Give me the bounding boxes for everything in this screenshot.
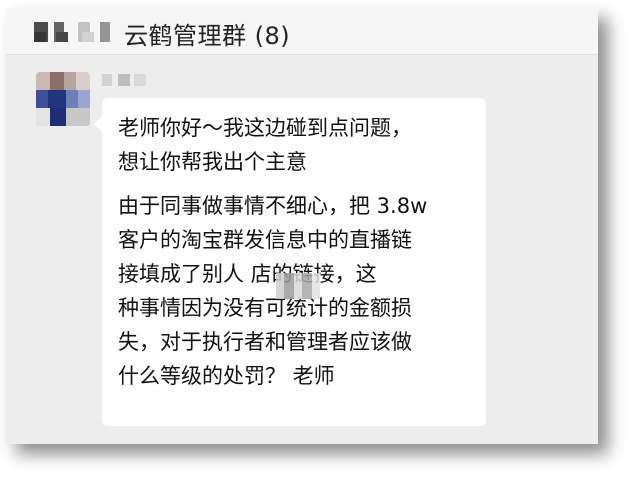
message-line: 接填成了别人 店的链接，这 bbox=[118, 262, 377, 286]
sender-avatar[interactable] bbox=[36, 72, 90, 126]
message-line: 什么等级的处罚？ 老师 bbox=[118, 364, 335, 388]
message-line: 由于同事做事情不细心，把 3.8w bbox=[118, 194, 428, 218]
redacted-shop-name bbox=[276, 273, 320, 299]
message-line: 老师你好～我这边碰到点问题， bbox=[118, 116, 412, 140]
group-chat-title[interactable]: 云鹤管理群 (8) bbox=[124, 16, 290, 51]
redacted-title-prefix bbox=[34, 22, 124, 42]
chat-window: 云鹤管理群 (8) 老师你好～我这边碰到点问题， 想让你帮我出个主意 由于同事做… bbox=[6, 8, 598, 444]
message-line: 想让你帮我出个主意 bbox=[118, 150, 307, 174]
message-line: 种事情因为没有可统计的金额损 bbox=[118, 296, 412, 320]
message-line: 失，对于执行者和管理者应该做 bbox=[118, 330, 412, 354]
chat-header: 云鹤管理群 (8) bbox=[6, 8, 598, 55]
message-bubble[interactable]: 老师你好～我这边碰到点问题， 想让你帮我出个主意 由于同事做事情不细心，把 3.… bbox=[94, 98, 486, 426]
message-line: 客户的淘宝群发信息中的直播链 bbox=[118, 228, 412, 252]
redacted-sender-name bbox=[102, 74, 146, 86]
